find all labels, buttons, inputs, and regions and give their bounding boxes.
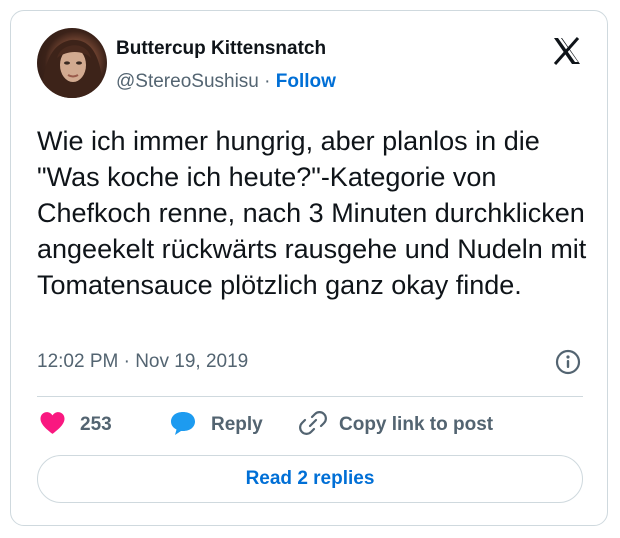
tweet-card: Buttercup Kittensnatch @StereoSushisu · … (10, 10, 608, 526)
author-name[interactable]: Buttercup Kittensnatch (116, 38, 326, 60)
reply-label: Reply (211, 414, 263, 435)
avatar[interactable] (37, 28, 107, 98)
divider (37, 396, 583, 397)
link-icon (299, 410, 327, 441)
follow-button[interactable]: Follow (276, 71, 336, 92)
copy-link-label: Copy link to post (339, 414, 494, 435)
speech-bubble-icon (169, 410, 197, 441)
heart-icon (39, 411, 66, 440)
x-logo-icon[interactable] (551, 35, 583, 67)
read-replies-label: Read 2 replies (245, 468, 375, 489)
tweet-timestamp[interactable]: 12:02 PM · Nov 19, 2019 (37, 351, 248, 373)
info-icon[interactable] (555, 349, 581, 375)
tweet-text: Wie ich immer hungrig, aber planlos in d… (37, 126, 587, 300)
author-handle[interactable]: @StereoSushisu (116, 71, 259, 92)
author-handle-row: @StereoSushisu · Follow (116, 71, 336, 93)
like-count: 253 (80, 414, 112, 435)
handle-separator: · (264, 71, 271, 92)
reply-button[interactable]: Reply (169, 411, 263, 439)
copy-link-button[interactable]: Copy link to post (299, 410, 494, 441)
read-replies-button[interactable]: Read 2 replies (37, 455, 583, 503)
like-button[interactable]: 253 (39, 411, 112, 439)
